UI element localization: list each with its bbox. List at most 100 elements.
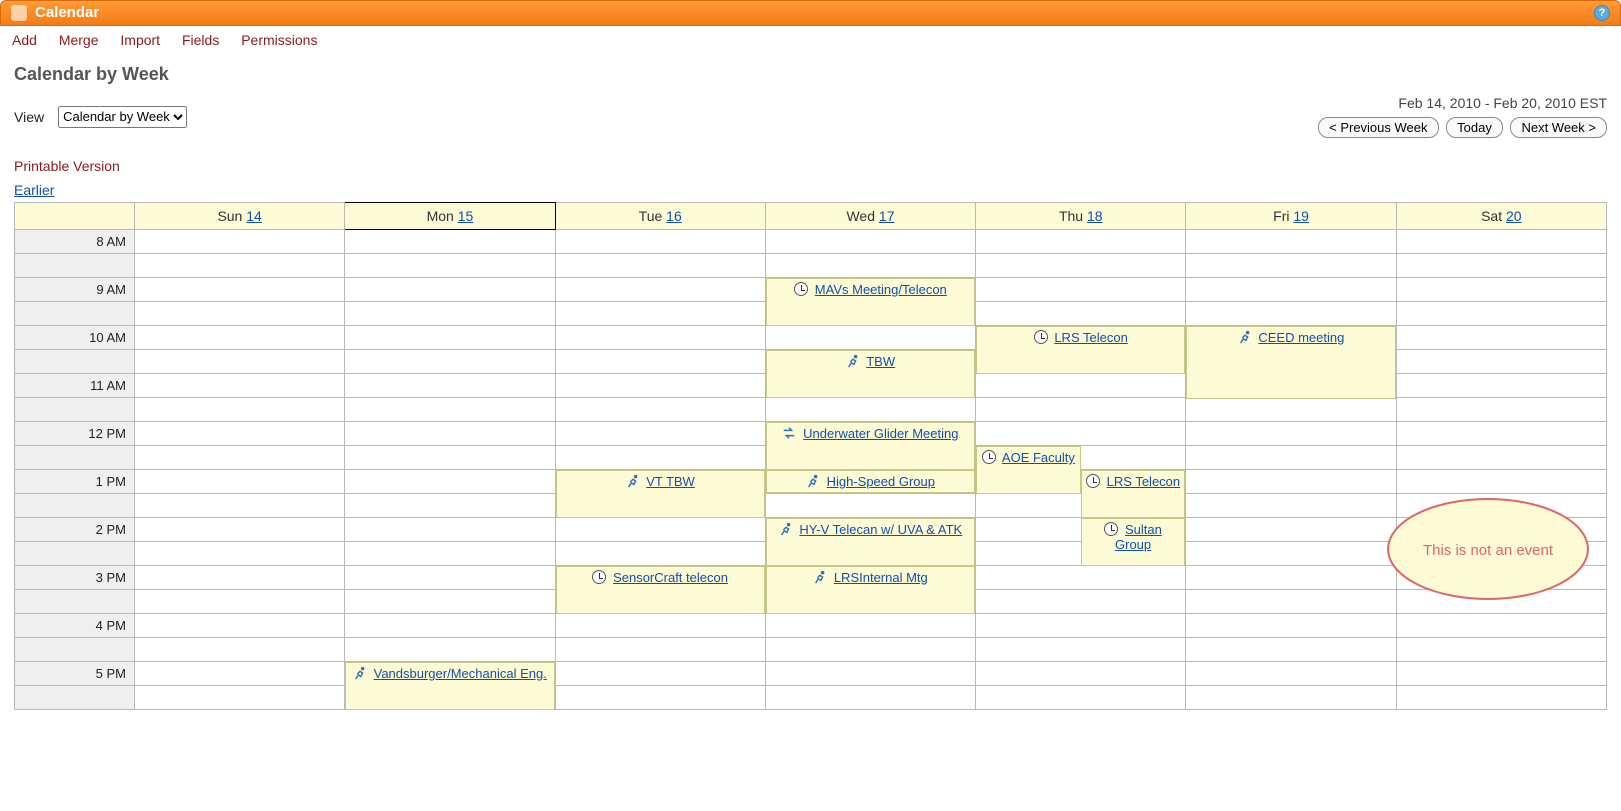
cell[interactable]: HY-V Telecan w/ UVA & ATK <box>765 518 975 542</box>
cell[interactable] <box>765 638 975 662</box>
cell[interactable]: SensorCraft telecon <box>555 566 765 590</box>
cell[interactable] <box>555 326 765 350</box>
cell[interactable] <box>1186 254 1396 278</box>
cell[interactable] <box>1396 398 1606 422</box>
cell[interactable] <box>135 374 345 398</box>
cell[interactable]: VT TBW <box>555 470 765 494</box>
cell[interactable] <box>765 614 975 638</box>
cell[interactable] <box>1186 422 1396 446</box>
cell[interactable] <box>135 446 345 470</box>
cell[interactable] <box>555 278 765 302</box>
cell[interactable] <box>765 686 975 710</box>
cell[interactable] <box>976 566 1186 590</box>
cell[interactable] <box>1186 662 1396 686</box>
cell[interactable]: CEED meeting <box>1186 326 1396 350</box>
cell[interactable] <box>345 398 555 422</box>
cell[interactable] <box>135 254 345 278</box>
cell[interactable]: Vandsburger/Mechanical Eng. <box>345 662 555 686</box>
cell[interactable] <box>976 230 1186 254</box>
cell[interactable] <box>135 230 345 254</box>
cell[interactable] <box>1396 542 1606 566</box>
event[interactable]: High-Speed Group <box>766 470 975 493</box>
cell[interactable] <box>1396 494 1606 518</box>
cell[interactable] <box>765 398 975 422</box>
event[interactable]: Vandsburger/Mechanical Eng. <box>345 662 554 710</box>
cell[interactable] <box>345 254 555 278</box>
cell[interactable] <box>976 374 1186 398</box>
cell[interactable] <box>135 590 345 614</box>
cell[interactable] <box>976 614 1186 638</box>
cell[interactable] <box>1396 446 1606 470</box>
cell[interactable] <box>135 398 345 422</box>
prev-week-button[interactable]: < Previous Week <box>1318 117 1438 138</box>
cell[interactable] <box>1396 350 1606 374</box>
event[interactable]: Sultan Group <box>1081 518 1186 566</box>
cell[interactable] <box>1186 686 1396 710</box>
cell[interactable] <box>135 302 345 326</box>
menu-add[interactable]: Add <box>12 32 37 48</box>
cell[interactable] <box>765 662 975 686</box>
cell[interactable] <box>1186 446 1396 470</box>
cell[interactable] <box>1186 614 1396 638</box>
header-day[interactable]: Tue 16 <box>555 203 765 230</box>
next-week-button[interactable]: Next Week > <box>1510 117 1607 138</box>
cell[interactable] <box>1186 278 1396 302</box>
event[interactable]: AOE Faculty <box>976 446 1081 494</box>
cell[interactable] <box>1396 662 1606 686</box>
cell[interactable] <box>1396 230 1606 254</box>
cell[interactable] <box>555 638 765 662</box>
cell[interactable] <box>1186 494 1396 518</box>
cell[interactable] <box>555 614 765 638</box>
cell[interactable] <box>555 446 765 470</box>
cell[interactable] <box>135 686 345 710</box>
cell[interactable] <box>1396 686 1606 710</box>
menu-permissions[interactable]: Permissions <box>241 32 317 48</box>
cell[interactable] <box>555 542 765 566</box>
cell[interactable] <box>1396 302 1606 326</box>
cell[interactable]: Sultan Group <box>976 518 1186 542</box>
event[interactable]: MAVs Meeting/Telecon <box>766 278 975 326</box>
cell[interactable] <box>135 470 345 494</box>
cell[interactable] <box>135 518 345 542</box>
header-day[interactable]: Sat 20 <box>1396 203 1606 230</box>
menu-import[interactable]: Import <box>120 32 160 48</box>
cell[interactable] <box>976 398 1186 422</box>
menu-fields[interactable]: Fields <box>182 32 219 48</box>
cell[interactable] <box>1396 326 1606 350</box>
cell[interactable] <box>345 446 555 470</box>
cell[interactable] <box>135 350 345 374</box>
cell[interactable] <box>765 326 975 350</box>
cell[interactable] <box>555 374 765 398</box>
event[interactable]: HY-V Telecan w/ UVA & ATK <box>766 518 975 566</box>
cell[interactable] <box>976 278 1186 302</box>
event[interactable]: VT TBW <box>556 470 765 518</box>
cell[interactable] <box>345 230 555 254</box>
cell[interactable] <box>1186 590 1396 614</box>
cell[interactable] <box>1396 470 1606 494</box>
event[interactable]: Underwater Glider Meeting <box>766 422 975 470</box>
cell[interactable] <box>345 374 555 398</box>
help-icon[interactable]: ? <box>1594 5 1610 21</box>
cell[interactable] <box>555 662 765 686</box>
cell[interactable] <box>976 302 1186 326</box>
cell[interactable] <box>135 566 345 590</box>
cell[interactable] <box>345 422 555 446</box>
header-day[interactable]: Wed 17 <box>765 203 975 230</box>
cell[interactable]: AOE Faculty <box>976 446 1186 470</box>
cell[interactable] <box>1396 374 1606 398</box>
event[interactable]: LRS Telecon <box>976 326 1185 374</box>
cell[interactable]: Underwater Glider Meeting <box>765 422 975 446</box>
cell[interactable] <box>1396 638 1606 662</box>
cell[interactable] <box>976 662 1186 686</box>
cell[interactable] <box>135 542 345 566</box>
cell[interactable] <box>1186 302 1396 326</box>
cell[interactable]: TBW <box>765 350 975 374</box>
cell[interactable] <box>345 278 555 302</box>
cell[interactable] <box>1186 566 1396 590</box>
cell[interactable] <box>976 590 1186 614</box>
cell[interactable] <box>135 422 345 446</box>
cell[interactable] <box>765 254 975 278</box>
cell[interactable] <box>555 422 765 446</box>
menu-merge[interactable]: Merge <box>59 32 99 48</box>
view-select[interactable]: Calendar by Week <box>58 106 187 128</box>
